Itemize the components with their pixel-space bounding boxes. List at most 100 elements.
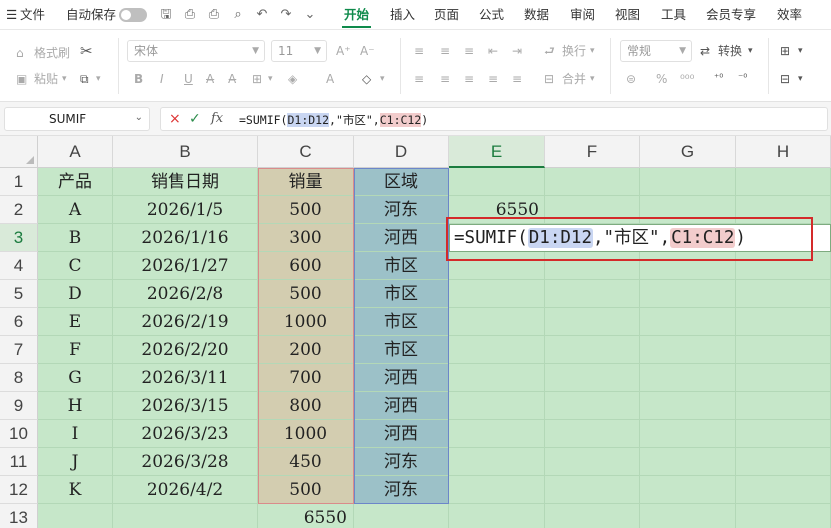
- merge-icon[interactable]: ⊟: [544, 70, 554, 88]
- row-header-4[interactable]: 4: [0, 252, 38, 280]
- select-all-corner[interactable]: [0, 136, 38, 168]
- cell-d1[interactable]: 区域: [354, 168, 449, 196]
- autosave-toggle[interactable]: [119, 8, 147, 22]
- cell-h10[interactable]: [736, 420, 831, 448]
- cell-h11[interactable]: [736, 448, 831, 476]
- row-header-1[interactable]: 1: [0, 168, 38, 196]
- cell-h12[interactable]: [736, 476, 831, 504]
- cell-a3[interactable]: B: [38, 224, 113, 252]
- cell-h8[interactable]: [736, 364, 831, 392]
- align-top-icon[interactable]: ≡: [414, 42, 424, 60]
- distribute-icon[interactable]: ≡: [512, 70, 522, 88]
- cell-f5[interactable]: [545, 280, 640, 308]
- cell-c4[interactable]: 600: [258, 252, 354, 280]
- underline-button[interactable]: U: [184, 70, 193, 88]
- cell-d12[interactable]: 河东: [354, 476, 449, 504]
- cell-d6[interactable]: 市区: [354, 308, 449, 336]
- cell-e11[interactable]: [449, 448, 545, 476]
- paste-icon[interactable]: ▣: [16, 70, 27, 88]
- wrap-text-label[interactable]: 换行: [562, 42, 586, 60]
- cell-c7[interactable]: 200: [258, 336, 354, 364]
- cell-h5[interactable]: [736, 280, 831, 308]
- cell-d9[interactable]: 河西: [354, 392, 449, 420]
- thousands-icon[interactable]: ⁰⁰⁰: [680, 70, 694, 88]
- percent-icon[interactable]: %: [656, 70, 667, 88]
- name-box[interactable]: SUMIF ⌄: [4, 107, 150, 131]
- hamburger-icon[interactable]: ☰: [6, 0, 17, 30]
- cell-a2[interactable]: A: [38, 196, 113, 224]
- row-header-5[interactable]: 5: [0, 280, 38, 308]
- cell-f9[interactable]: [545, 392, 640, 420]
- font-color-icon[interactable]: A: [326, 70, 334, 88]
- cell-a1[interactable]: 产品: [38, 168, 113, 196]
- chevron-down-icon[interactable]: ▾: [748, 42, 753, 60]
- cell-b2[interactable]: 2026/1/5: [113, 196, 258, 224]
- conditional-format-icon[interactable]: ⊞: [780, 42, 790, 60]
- cell-e5[interactable]: [449, 280, 545, 308]
- convert-icon[interactable]: ⇄: [700, 42, 710, 60]
- align-middle-icon[interactable]: ≡: [440, 42, 450, 60]
- tab-review[interactable]: 审阅: [564, 0, 601, 30]
- cell-a8[interactable]: G: [38, 364, 113, 392]
- chevron-down-icon[interactable]: ▾: [96, 70, 101, 88]
- cell-f12[interactable]: [545, 476, 640, 504]
- paste-label[interactable]: 粘贴: [34, 70, 58, 88]
- cell-a12[interactable]: K: [38, 476, 113, 504]
- cell-a4[interactable]: C: [38, 252, 113, 280]
- cell-h9[interactable]: [736, 392, 831, 420]
- cell-e13[interactable]: [449, 504, 545, 528]
- tab-tools[interactable]: 工具: [655, 0, 692, 30]
- cell-e9[interactable]: [449, 392, 545, 420]
- column-header-h[interactable]: H: [736, 136, 831, 168]
- bold-button[interactable]: B: [134, 70, 143, 88]
- tab-page[interactable]: 页面: [428, 0, 465, 30]
- cell-a11[interactable]: J: [38, 448, 113, 476]
- row-header-12[interactable]: 12: [0, 476, 38, 504]
- cell-g8[interactable]: [640, 364, 736, 392]
- cell-g13[interactable]: [640, 504, 736, 528]
- cell-b6[interactable]: 2026/2/19: [113, 308, 258, 336]
- cell-e8[interactable]: [449, 364, 545, 392]
- cell-b9[interactable]: 2026/3/15: [113, 392, 258, 420]
- row-header-13[interactable]: 13: [0, 504, 38, 528]
- cell-c10[interactable]: 1000: [258, 420, 354, 448]
- cell-e1[interactable]: [449, 168, 545, 196]
- column-header-a[interactable]: A: [38, 136, 113, 168]
- indent-increase-icon[interactable]: ⇥: [512, 42, 522, 60]
- format-painter-icon[interactable]: ⌂: [16, 44, 24, 62]
- confirm-icon[interactable]: ✓: [189, 111, 201, 127]
- chevron-down-icon[interactable]: ▾: [380, 70, 385, 88]
- cell-a13[interactable]: [38, 504, 113, 528]
- cell-h13[interactable]: [736, 504, 831, 528]
- cell-h7[interactable]: [736, 336, 831, 364]
- undo-icon[interactable]: ↶: [254, 7, 270, 23]
- cell-c13-total[interactable]: 6550: [258, 504, 354, 528]
- cell-f13[interactable]: [545, 504, 640, 528]
- clear-format-icon[interactable]: ◇: [362, 70, 371, 88]
- column-header-b[interactable]: B: [113, 136, 258, 168]
- export-icon[interactable]: ⎙: [182, 7, 198, 23]
- tab-view[interactable]: 视图: [609, 0, 646, 30]
- save-icon[interactable]: 🖫: [158, 7, 174, 23]
- cell-g4[interactable]: [640, 252, 736, 280]
- column-header-g[interactable]: G: [640, 136, 736, 168]
- cell-d11[interactable]: 河东: [354, 448, 449, 476]
- decrease-font-icon[interactable]: A⁻: [360, 42, 375, 60]
- cell-f7[interactable]: [545, 336, 640, 364]
- cell-f6[interactable]: [545, 308, 640, 336]
- insert-function-icon[interactable]: fx: [211, 111, 223, 126]
- cell-c11[interactable]: 450: [258, 448, 354, 476]
- cell-b11[interactable]: 2026/3/28: [113, 448, 258, 476]
- fill-color-icon[interactable]: ◈: [288, 70, 297, 88]
- cell-f11[interactable]: [545, 448, 640, 476]
- wrap-text-icon[interactable]: ⮐: [544, 42, 555, 60]
- strikethrough-icon[interactable]: A: [206, 70, 214, 88]
- cell-e10[interactable]: [449, 420, 545, 448]
- align-left-icon[interactable]: ≡: [414, 70, 424, 88]
- tab-home[interactable]: 开始: [338, 0, 375, 30]
- cell-d10[interactable]: 河西: [354, 420, 449, 448]
- cell-e7[interactable]: [449, 336, 545, 364]
- cell-d13[interactable]: [354, 504, 449, 528]
- cell-a10[interactable]: I: [38, 420, 113, 448]
- increase-font-icon[interactable]: A⁺: [336, 42, 351, 60]
